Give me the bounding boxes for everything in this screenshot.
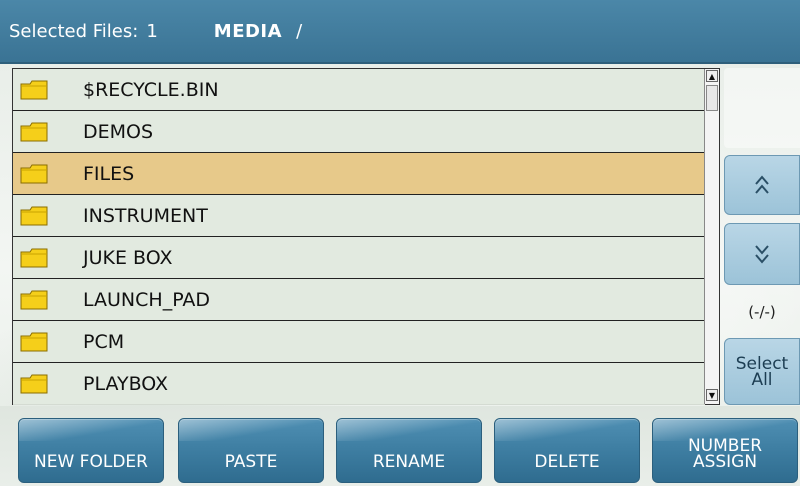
file-name: PCM	[83, 330, 125, 353]
delete-label: DELETE	[534, 452, 600, 472]
list-item[interactable]: PLAYBOX	[13, 363, 705, 405]
double-chevron-down-icon	[755, 245, 769, 264]
vertical-scrollbar[interactable]: ▲ ▼	[704, 69, 719, 404]
list-item-selected[interactable]: FILES	[13, 153, 705, 195]
scroll-up-arrow-icon[interactable]: ▲	[706, 70, 718, 82]
new-folder-label: NEW FOLDER	[34, 452, 148, 472]
page-down-button[interactable]	[724, 223, 800, 285]
side-panel	[724, 68, 800, 148]
file-name: LAUNCH_PAD	[83, 288, 211, 311]
file-name: $RECYCLE.BIN	[83, 78, 219, 101]
current-path: MEDIA	[213, 20, 283, 42]
list-item[interactable]: DEMOS	[13, 111, 705, 153]
folder-icon	[19, 331, 49, 353]
selected-files-count: 1	[146, 20, 158, 42]
list-item[interactable]: PCM	[13, 321, 705, 363]
folder-icon	[19, 373, 49, 395]
list-item[interactable]: LAUNCH_PAD	[13, 279, 705, 321]
file-name: JUKE BOX	[83, 246, 173, 269]
delete-button[interactable]: DELETE	[494, 418, 640, 483]
file-name: INSTRUMENT	[83, 204, 208, 227]
new-folder-button[interactable]: NEW FOLDER	[18, 418, 164, 483]
folder-icon	[19, 121, 49, 143]
page-counter: (-/-)	[748, 303, 776, 321]
select-all-label-line2: All	[751, 369, 773, 390]
rename-label: RENAME	[372, 452, 446, 472]
number-assign-button[interactable]: NUMBER ASSIGN	[652, 418, 798, 483]
folder-icon	[19, 163, 49, 185]
paste-label: PASTE	[224, 452, 278, 472]
rename-button[interactable]: RENAME	[336, 418, 482, 483]
folder-icon	[19, 247, 49, 269]
path-separator: /	[296, 20, 303, 42]
file-name: FILES	[83, 162, 135, 185]
list-item[interactable]: JUKE BOX	[13, 237, 705, 279]
scroll-thumb[interactable]	[706, 85, 718, 111]
folder-icon	[19, 289, 49, 311]
folder-icon	[19, 79, 49, 101]
file-name: DEMOS	[83, 120, 154, 143]
page-up-button[interactable]	[724, 155, 800, 215]
scroll-down-arrow-icon[interactable]: ▼	[706, 389, 718, 401]
paste-button[interactable]: PASTE	[178, 418, 324, 483]
list-item[interactable]: INSTRUMENT	[13, 195, 705, 237]
folder-icon	[19, 205, 49, 227]
header-bar: Selected Files: 1 MEDIA /	[0, 0, 800, 64]
list-item[interactable]: $RECYCLE.BIN	[13, 69, 705, 111]
file-name: PLAYBOX	[83, 373, 169, 395]
double-chevron-up-icon	[755, 175, 769, 194]
number-assign-label-line2: ASSIGN	[692, 452, 758, 472]
selected-files-label: Selected Files:	[9, 20, 139, 42]
select-all-button[interactable]: Select All	[724, 338, 800, 405]
file-list[interactable]: $RECYCLE.BIN DEMOS FILES INSTRUMENT JUKE…	[12, 68, 720, 405]
